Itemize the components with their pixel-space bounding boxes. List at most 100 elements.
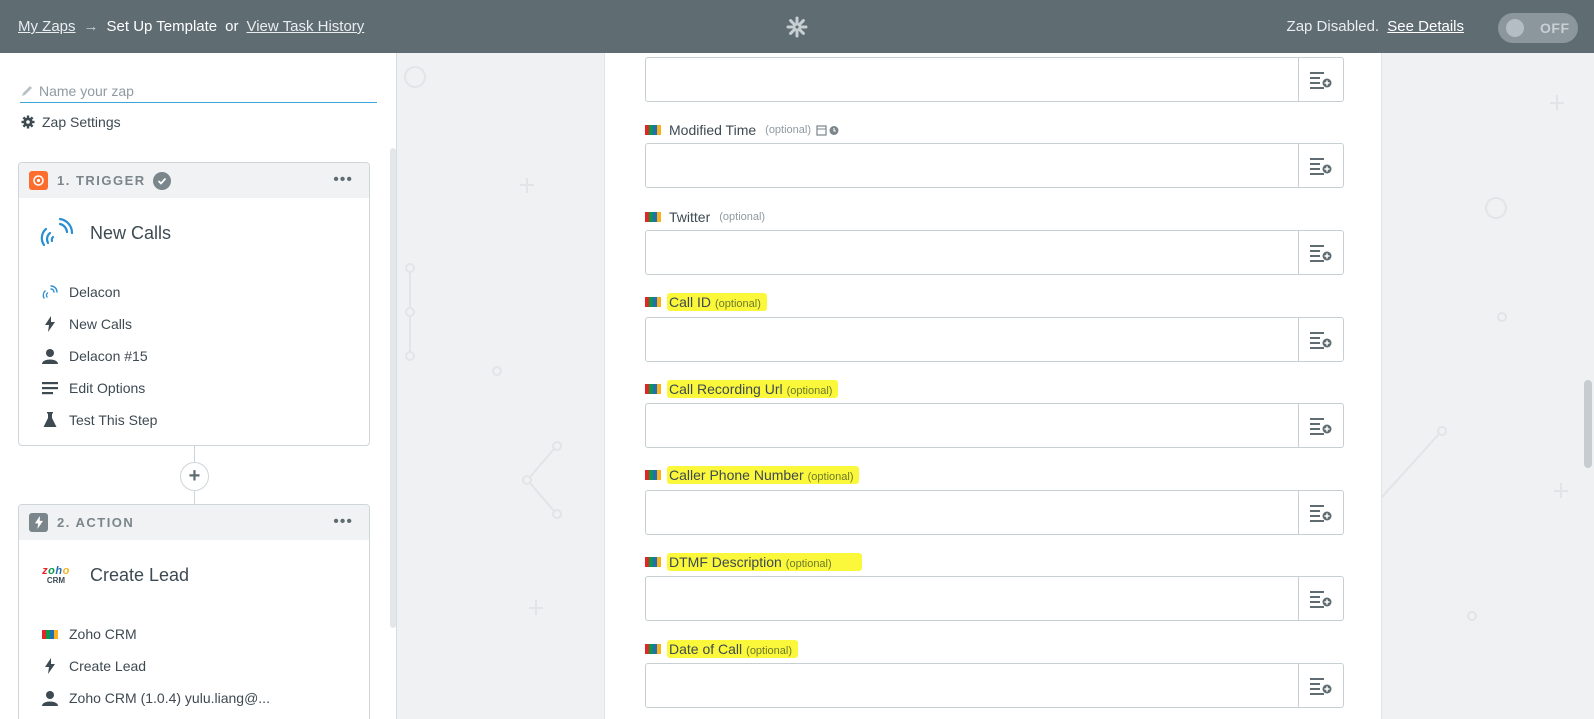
insert-field-icon (1310, 157, 1332, 175)
insert-field-button[interactable] (1299, 404, 1343, 447)
action-app-row[interactable]: zoho CRM Create Lead (19, 540, 369, 610)
insert-field-button[interactable] (1299, 577, 1343, 620)
field-label-date-of-call: Date of Call (optional) (645, 640, 799, 658)
trigger-event-name: New Calls (90, 222, 172, 243)
insert-field-button[interactable] (1299, 664, 1343, 707)
zoho-icon (645, 644, 661, 654)
view-task-history-link[interactable]: View Task History (246, 18, 364, 35)
insert-field-button[interactable] (1299, 58, 1343, 101)
insert-field-button[interactable] (1299, 491, 1343, 534)
zap-name-input[interactable] (39, 82, 359, 99)
toggle-label: OFF (1540, 20, 1570, 36)
field-name: Call Recording Url (669, 381, 783, 397)
or-text: or (225, 18, 239, 35)
field-label-call-id: Call ID (optional) (645, 293, 767, 311)
zap-on-off-toggle[interactable]: OFF (1498, 13, 1578, 43)
page-scrollbar[interactable] (1584, 380, 1592, 468)
trigger-step-header[interactable]: 1. TRIGGER ••• (19, 163, 369, 198)
insert-field-button[interactable] (1299, 231, 1343, 274)
action-event-item[interactable]: Create Lead (19, 650, 369, 682)
optional-tag: (optional) (765, 124, 812, 136)
zoho-icon (645, 557, 661, 567)
action-app-item[interactable]: Zoho CRM (19, 618, 369, 650)
trigger-app-label: Delacon (69, 284, 121, 300)
insert-field-icon (1310, 244, 1332, 262)
field-label-twitter: Twitter (optional) (645, 207, 765, 227)
zoho-icon (645, 384, 661, 394)
insert-field-icon (1310, 331, 1332, 349)
date-of-call-input[interactable] (646, 664, 1299, 707)
delacon-icon (41, 283, 59, 301)
trigger-more-menu[interactable]: ••• (333, 171, 353, 189)
bolt-icon (41, 315, 59, 333)
action-step-title: 2. ACTION (57, 515, 135, 530)
toggle-knob (1506, 19, 1524, 37)
zap-settings-label: Zap Settings (42, 114, 121, 130)
zoho-logo-crm-text: CRM (46, 575, 66, 585)
zap-settings-link[interactable]: Zap Settings (21, 114, 121, 130)
trigger-badge-icon (29, 171, 48, 190)
insert-field-icon (1310, 677, 1332, 695)
trigger-app-item[interactable]: Delacon (19, 276, 369, 308)
step-connector-top (194, 446, 195, 462)
action-event-name: Create Lead (90, 564, 190, 585)
field-name: Call ID (669, 294, 712, 310)
zap-name-field[interactable] (20, 79, 377, 103)
field-label-caller-phone-number: Caller Phone Number (optional) (645, 466, 860, 484)
highlight-mark: Caller Phone Number (optional) (667, 466, 860, 484)
field-mapping-panel: Modified Time (optional) Twitter (option… (604, 53, 1382, 719)
optional-tag: (optional) (719, 211, 766, 223)
action-step-card: 2. ACTION ••• zoho CRM Create Lead Zoho … (18, 504, 370, 719)
trigger-step-card: 1. TRIGGER ••• New Calls Delacon New Cal… (18, 162, 370, 446)
see-details-link[interactable]: See Details (1387, 18, 1464, 35)
trigger-event-item[interactable]: New Calls (19, 308, 369, 340)
action-more-menu[interactable]: ••• (333, 513, 353, 531)
field-text-input[interactable] (646, 58, 1299, 101)
action-account-item[interactable]: Zoho CRM (1.0.4) yulu.liang@... (19, 682, 369, 714)
current-page-label: Set Up Template (106, 18, 218, 35)
breadcrumb: My Zaps → Set Up Template or View Task H… (18, 18, 364, 35)
trigger-options-item[interactable]: Edit Options (19, 372, 369, 404)
field-name: Twitter (669, 209, 711, 225)
trigger-app-row[interactable]: New Calls (19, 198, 369, 268)
zoho-crm-logo-icon: zoho CRM (42, 564, 70, 585)
optional-tag: (optional) (746, 645, 793, 657)
insert-field-button[interactable] (1299, 144, 1343, 187)
optional-tag: (optional) (715, 298, 761, 310)
action-step-header[interactable]: 2. ACTION ••• (19, 505, 369, 540)
sidebar-scrollbar[interactable] (390, 148, 396, 628)
field-name: Caller Phone Number (669, 467, 804, 483)
field-input-row (645, 403, 1344, 448)
dtmf-description-input[interactable] (646, 577, 1299, 620)
field-input-row (645, 663, 1344, 708)
action-event-label: Create Lead (69, 658, 147, 674)
trigger-test-item[interactable]: Test This Step (19, 404, 369, 436)
twitter-input[interactable] (646, 231, 1299, 274)
field-input-row (645, 317, 1344, 362)
field-input-row (645, 57, 1344, 102)
my-zaps-link[interactable]: My Zaps (18, 18, 76, 35)
zoho-icon (645, 297, 661, 307)
zapier-asterisk-icon (786, 16, 808, 38)
insert-field-icon (1310, 504, 1332, 522)
zap-disabled-text: Zap Disabled. (1286, 18, 1380, 35)
action-app-label: Zoho CRM (69, 626, 137, 642)
insert-field-icon (1310, 590, 1332, 608)
call-recording-url-input[interactable] (646, 404, 1299, 447)
caller-phone-number-input[interactable] (646, 491, 1299, 534)
datetime-icon (816, 125, 839, 136)
trigger-options-label: Edit Options (69, 380, 146, 396)
trigger-account-item[interactable]: Delacon #15 (19, 340, 369, 372)
add-step-button[interactable]: + (180, 462, 209, 491)
insert-field-icon (1310, 71, 1332, 89)
top-bar: My Zaps → Set Up Template or View Task H… (0, 0, 1594, 53)
modified-time-input[interactable] (646, 144, 1299, 187)
user-icon (41, 689, 59, 707)
insert-field-button[interactable] (1299, 318, 1343, 361)
call-id-input[interactable] (646, 318, 1299, 361)
zap-status: Zap Disabled. See Details (1287, 18, 1464, 35)
highlight-mark: DTMF Description (optional) (667, 553, 862, 571)
field-label-dtmf-description: DTMF Description (optional) (645, 553, 862, 571)
bolt-icon (41, 657, 59, 675)
field-input-row (645, 576, 1344, 621)
